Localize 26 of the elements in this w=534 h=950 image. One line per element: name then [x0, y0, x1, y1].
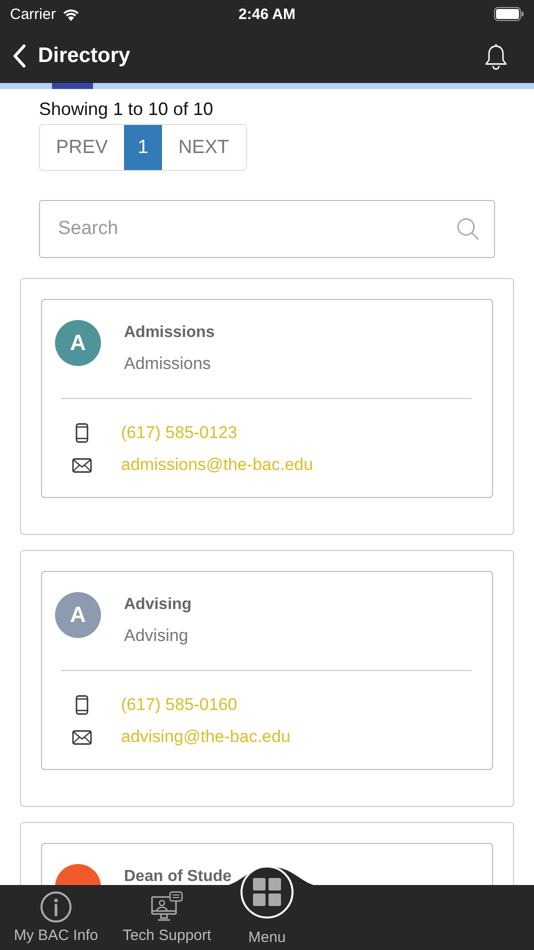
- back-icon[interactable]: [12, 44, 26, 68]
- contact-department: Advising: [124, 626, 190, 646]
- search-field[interactable]: Search: [39, 200, 495, 258]
- contact-name: Dean of Stude: [124, 868, 232, 885]
- battery-icon: [494, 7, 524, 21]
- bell-icon[interactable]: [484, 42, 508, 70]
- results-summary: Showing 1 to 10 of 10: [39, 99, 214, 120]
- carrier-name: Carrier: [10, 6, 56, 22]
- avatar: A: [55, 320, 101, 366]
- wifi-icon: [60, 6, 81, 22]
- mail-icon: [72, 730, 92, 744]
- info-icon: [40, 891, 72, 923]
- search-icon: [456, 217, 480, 241]
- avatar: A: [55, 592, 101, 638]
- tab-item[interactable]: Menu: [222, 885, 312, 950]
- computer-support-icon: [151, 891, 183, 923]
- tab-item[interactable]: My BAC Info: [0, 885, 112, 950]
- tab-item[interactable]: Tech Support: [112, 885, 222, 950]
- search-input[interactable]: Search: [56, 217, 456, 241]
- contact-department: Admissions: [124, 354, 212, 374]
- contact-name: Advising: [124, 596, 192, 614]
- contact-name: Admissions: [124, 324, 215, 342]
- page-title: Directory: [38, 44, 130, 68]
- mail-icon: [72, 458, 92, 472]
- page-button[interactable]: 1: [124, 125, 162, 170]
- status-time: 2:46 AM: [238, 6, 296, 22]
